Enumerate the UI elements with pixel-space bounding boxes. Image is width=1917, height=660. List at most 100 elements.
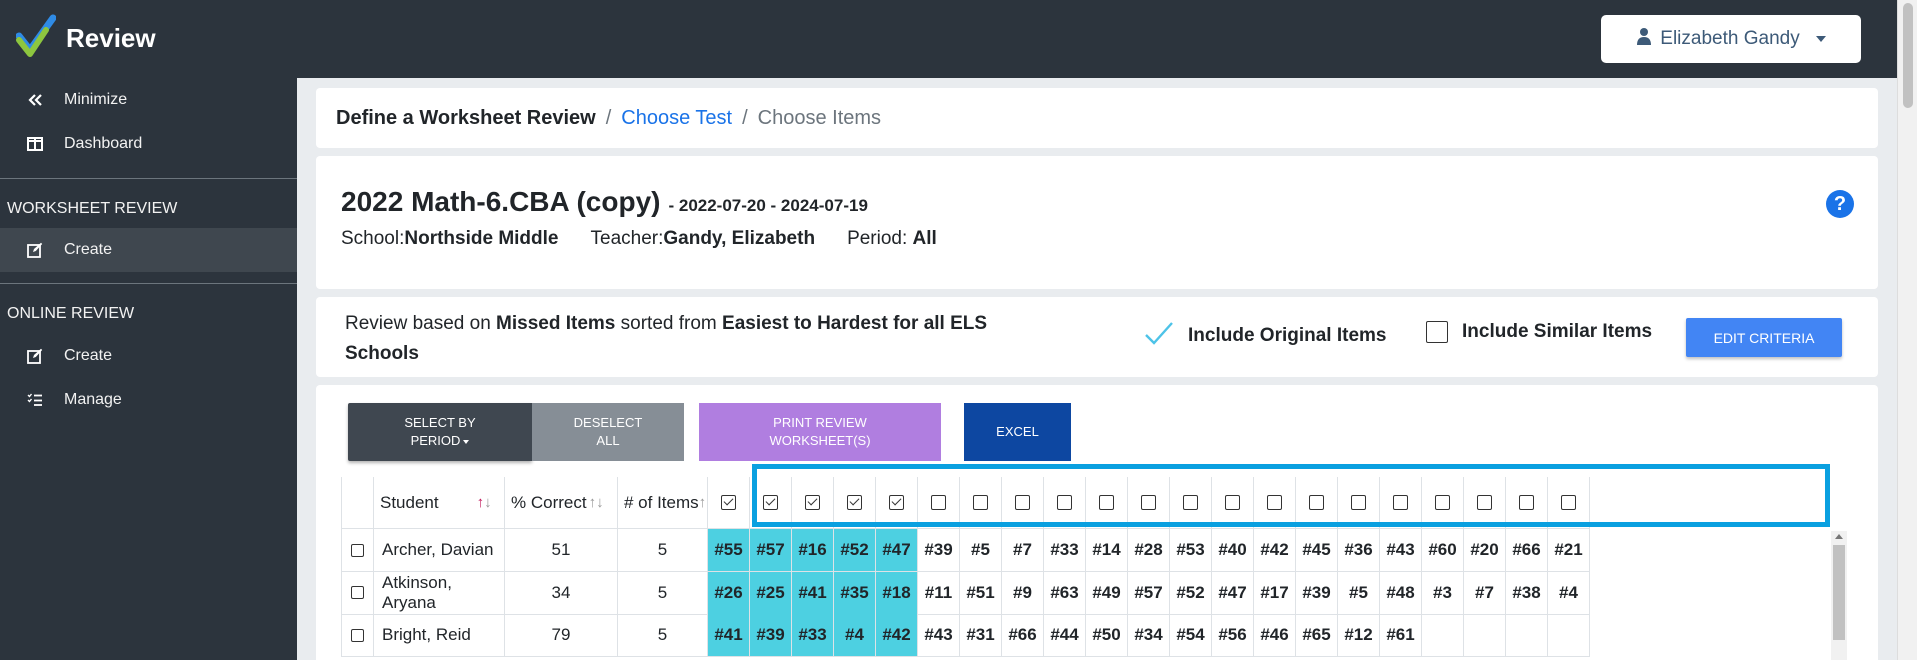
item-number-cell[interactable] bbox=[1464, 614, 1506, 657]
item-number-cell[interactable]: #11 bbox=[918, 571, 960, 615]
item-number-cell[interactable]: #7 bbox=[1002, 529, 1044, 572]
item-column-checkbox[interactable] bbox=[763, 495, 778, 510]
item-number-cell[interactable]: #43 bbox=[918, 614, 960, 657]
item-number-cell[interactable]: #31 bbox=[960, 614, 1002, 657]
user-menu-button[interactable]: Elizabeth Gandy bbox=[1601, 15, 1861, 63]
item-number-cell[interactable]: #42 bbox=[876, 614, 918, 657]
item-column-checkbox[interactable] bbox=[1519, 495, 1534, 510]
checkmark-icon[interactable] bbox=[1144, 321, 1174, 351]
item-number-cell[interactable]: #26 bbox=[708, 571, 750, 615]
item-number-cell[interactable]: #39 bbox=[1296, 571, 1338, 615]
help-icon[interactable]: ? bbox=[1826, 190, 1854, 218]
item-number-cell[interactable]: #5 bbox=[960, 529, 1002, 572]
row-checkbox[interactable] bbox=[351, 586, 364, 599]
item-number-cell[interactable]: #14 bbox=[1086, 529, 1128, 572]
item-number-cell[interactable]: #47 bbox=[876, 529, 918, 572]
sort-icon[interactable]: ↑ bbox=[699, 494, 707, 511]
sidebar-item-worksheet-create[interactable]: Create bbox=[0, 228, 297, 272]
item-number-cell[interactable]: #51 bbox=[960, 571, 1002, 615]
item-number-cell[interactable]: #16 bbox=[792, 529, 834, 572]
item-number-cell[interactable]: #52 bbox=[834, 529, 876, 572]
include-original-option[interactable]: Include Original Items bbox=[1144, 321, 1387, 351]
item-number-cell[interactable]: #39 bbox=[918, 529, 960, 572]
item-column-checkbox[interactable] bbox=[1183, 495, 1198, 510]
item-number-cell[interactable]: #55 bbox=[708, 529, 750, 572]
item-number-cell[interactable]: #41 bbox=[708, 614, 750, 657]
item-number-cell[interactable] bbox=[1506, 614, 1548, 657]
header-student[interactable]: Student ↑ ↓ bbox=[374, 477, 505, 529]
item-number-cell[interactable]: #25 bbox=[750, 571, 792, 615]
item-number-cell[interactable]: #4 bbox=[834, 614, 876, 657]
item-number-cell[interactable]: #60 bbox=[1422, 529, 1464, 572]
sort-icon[interactable]: ↑ ↓ bbox=[477, 494, 492, 511]
sidebar-item-dashboard[interactable]: Dashboard bbox=[0, 122, 297, 166]
item-number-cell[interactable]: #38 bbox=[1506, 571, 1548, 615]
item-number-cell[interactable]: #50 bbox=[1086, 614, 1128, 657]
item-number-cell[interactable]: #47 bbox=[1212, 571, 1254, 615]
item-number-cell[interactable]: #3 bbox=[1422, 571, 1464, 615]
item-column-checkbox[interactable] bbox=[1393, 495, 1408, 510]
item-column-checkbox[interactable] bbox=[1309, 495, 1324, 510]
item-column-checkbox[interactable] bbox=[1267, 495, 1282, 510]
item-number-cell[interactable]: #61 bbox=[1380, 614, 1422, 657]
item-column-checkbox[interactable] bbox=[1435, 495, 1450, 510]
table-scrollbar-thumb[interactable] bbox=[1833, 545, 1845, 640]
item-number-cell[interactable]: #18 bbox=[876, 571, 918, 615]
item-number-cell[interactable] bbox=[1422, 614, 1464, 657]
item-number-cell[interactable]: #4 bbox=[1548, 571, 1590, 615]
item-number-cell[interactable]: #49 bbox=[1086, 571, 1128, 615]
include-similar-option[interactable]: Include Similar Items bbox=[1426, 321, 1652, 343]
sidebar-item-minimize[interactable]: Minimize bbox=[0, 78, 297, 122]
item-number-cell[interactable]: #65 bbox=[1296, 614, 1338, 657]
table-scrollbar[interactable] bbox=[1831, 531, 1847, 660]
brand[interactable]: Review bbox=[15, 14, 156, 63]
item-column-checkbox[interactable] bbox=[847, 495, 862, 510]
page-scrollbar[interactable] bbox=[1897, 0, 1917, 660]
item-column-checkbox[interactable] bbox=[1225, 495, 1240, 510]
item-number-cell[interactable]: #54 bbox=[1170, 614, 1212, 657]
item-column-checkbox[interactable] bbox=[931, 495, 946, 510]
item-number-cell[interactable]: #45 bbox=[1296, 529, 1338, 572]
item-number-cell[interactable]: #20 bbox=[1464, 529, 1506, 572]
item-number-cell[interactable]: #48 bbox=[1380, 571, 1422, 615]
item-number-cell[interactable]: #5 bbox=[1338, 571, 1380, 615]
item-number-cell[interactable]: #66 bbox=[1506, 529, 1548, 572]
breadcrumb-link-choose-test[interactable]: Choose Test bbox=[621, 107, 732, 130]
row-checkbox[interactable] bbox=[351, 628, 364, 642]
item-number-cell[interactable]: #42 bbox=[1254, 529, 1296, 572]
sort-icon[interactable]: ↑ ↓ bbox=[589, 494, 604, 511]
sidebar-item-online-create[interactable]: Create bbox=[0, 334, 297, 378]
item-number-cell[interactable]: #40 bbox=[1212, 529, 1254, 572]
item-number-cell[interactable]: #41 bbox=[792, 571, 834, 615]
item-column-checkbox[interactable] bbox=[1141, 495, 1156, 510]
item-number-cell[interactable]: #28 bbox=[1128, 529, 1170, 572]
item-column-checkbox[interactable] bbox=[889, 495, 904, 510]
item-number-cell[interactable]: #7 bbox=[1464, 571, 1506, 615]
header-number-of-items[interactable]: # of Items ↑ bbox=[618, 477, 708, 529]
item-number-cell[interactable]: #33 bbox=[792, 614, 834, 657]
row-checkbox[interactable] bbox=[351, 543, 364, 557]
page-scrollbar-thumb[interactable] bbox=[1903, 3, 1913, 108]
item-column-checkbox[interactable] bbox=[1561, 495, 1576, 510]
item-number-cell[interactable]: #35 bbox=[834, 571, 876, 615]
edit-criteria-button[interactable]: EDIT CRITERIA bbox=[1686, 318, 1842, 357]
item-number-cell[interactable] bbox=[1548, 614, 1590, 657]
item-column-checkbox[interactable] bbox=[1057, 495, 1072, 510]
item-number-cell[interactable]: #53 bbox=[1170, 529, 1212, 572]
item-number-cell[interactable]: #66 bbox=[1002, 614, 1044, 657]
item-number-cell[interactable]: #9 bbox=[1002, 571, 1044, 615]
scroll-up-arrow-icon[interactable] bbox=[1835, 534, 1843, 539]
item-number-cell[interactable]: #36 bbox=[1338, 529, 1380, 572]
item-column-checkbox[interactable] bbox=[721, 495, 736, 510]
item-number-cell[interactable]: #34 bbox=[1128, 614, 1170, 657]
item-number-cell[interactable]: #39 bbox=[750, 614, 792, 657]
header-percent-correct[interactable]: % Correct ↑ ↓ bbox=[505, 477, 618, 529]
item-number-cell[interactable]: #57 bbox=[1128, 571, 1170, 615]
item-number-cell[interactable]: #56 bbox=[1212, 614, 1254, 657]
sidebar-item-online-manage[interactable]: Manage bbox=[0, 378, 297, 422]
item-number-cell[interactable]: #33 bbox=[1044, 529, 1086, 572]
item-number-cell[interactable]: #57 bbox=[750, 529, 792, 572]
item-number-cell[interactable]: #21 bbox=[1548, 529, 1590, 572]
item-number-cell[interactable]: #44 bbox=[1044, 614, 1086, 657]
item-column-checkbox[interactable] bbox=[973, 495, 988, 510]
